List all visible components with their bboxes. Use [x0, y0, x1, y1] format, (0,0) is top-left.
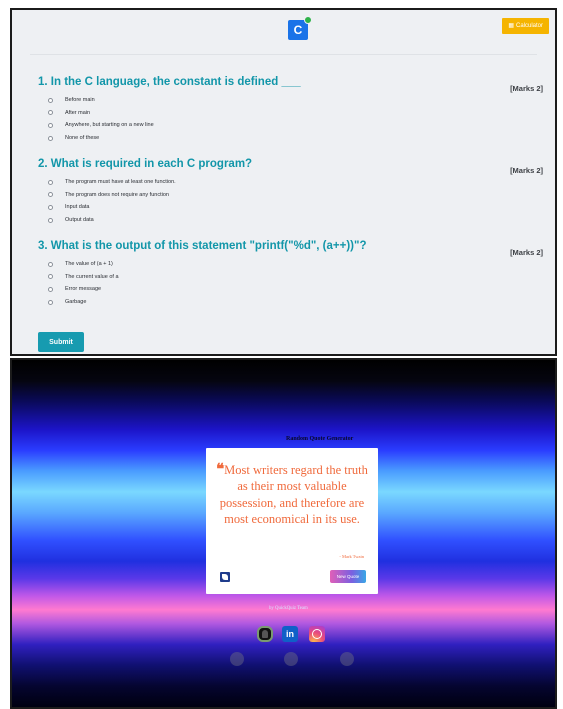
- option-label: The current value of a: [65, 273, 119, 280]
- option-label: Output data: [65, 217, 94, 224]
- quote-text: Most writers regard the truth as their m…: [219, 463, 368, 526]
- option-item[interactable]: None of these: [38, 132, 547, 145]
- radio-button[interactable]: [48, 274, 53, 280]
- question-1: 1. In the C language, the constant is de…: [38, 76, 547, 144]
- option-item[interactable]: The value of (a + 1): [38, 258, 547, 271]
- question-title: 2. What is required in each C program?: [38, 158, 253, 170]
- online-status-dot: [304, 16, 312, 24]
- option-item[interactable]: Garbage: [38, 296, 547, 309]
- option-label: The program does not require any functio…: [65, 191, 169, 198]
- new-quote-button[interactable]: New Quote: [330, 570, 366, 583]
- radio-button[interactable]: [48, 122, 53, 128]
- calculator-button[interactable]: ▦ Calculator: [502, 18, 549, 34]
- option-label: Anywhere, but starting on a new line: [65, 122, 154, 129]
- question-2: 2. What is required in each C program? […: [38, 158, 547, 226]
- option-item[interactable]: Anywhere, but starting on a new line: [38, 119, 547, 132]
- radio-button[interactable]: [48, 261, 53, 267]
- option-item[interactable]: The current value of a: [38, 271, 547, 284]
- quote-app-heading: Random Quote Generator: [286, 436, 354, 442]
- instagram-icon[interactable]: [309, 626, 325, 642]
- radio-button[interactable]: [48, 299, 53, 305]
- option-item[interactable]: The program does not require any functio…: [38, 189, 547, 202]
- quote-generator-panel: Random Quote Generator ❝Most writers reg…: [10, 358, 557, 709]
- option-item[interactable]: Before main: [38, 94, 547, 107]
- radio-button[interactable]: [48, 110, 53, 116]
- credit-text: by QuickQuiz Team: [269, 606, 308, 611]
- question-marks: [Marks 2]: [510, 166, 543, 175]
- options-list: The program must have at least one funct…: [38, 176, 547, 226]
- option-label: Before main: [65, 97, 95, 104]
- twitter-icon: [222, 574, 228, 580]
- linkedin-icon[interactable]: in: [282, 626, 298, 642]
- calculator-label: Calculator: [515, 23, 543, 29]
- options-list: Before main After main Anywhere, but sta…: [38, 94, 547, 144]
- option-item[interactable]: Error message: [38, 283, 547, 296]
- radio-button[interactable]: [48, 217, 53, 223]
- quote-author: - Mark Twain: [339, 554, 364, 559]
- option-label: The value of (a + 1): [65, 261, 113, 268]
- option-label: Error message: [65, 286, 102, 293]
- instagram-ring: [312, 629, 322, 639]
- option-item[interactable]: The program must have at least one funct…: [38, 176, 547, 189]
- option-label: Input data: [65, 204, 90, 211]
- logo-letter: C: [293, 23, 303, 37]
- submit-button[interactable]: Submit: [38, 332, 84, 352]
- open-quote-icon: ❝: [216, 462, 225, 478]
- option-label: None of these: [65, 135, 100, 142]
- quote-block: ❝Most writers regard the truth as their …: [216, 462, 368, 527]
- header-divider: [30, 54, 537, 55]
- question-marks: [Marks 2]: [510, 84, 543, 93]
- option-item[interactable]: Output data: [38, 214, 547, 227]
- options-list: The value of (a + 1) The current value o…: [38, 258, 547, 308]
- question-marks: [Marks 2]: [510, 248, 543, 257]
- radio-button[interactable]: [48, 192, 53, 198]
- option-item[interactable]: Input data: [38, 201, 547, 214]
- quote-card: ❝Most writers regard the truth as their …: [206, 448, 378, 594]
- tweet-quote-button[interactable]: [220, 572, 230, 582]
- question-title: 1. In the C language, the constant is de…: [38, 76, 301, 88]
- quiz-panel: C ▦ Calculator 1. In the C language, the …: [10, 8, 557, 356]
- quiz-logo: C: [288, 16, 312, 40]
- radio-button[interactable]: [48, 286, 53, 292]
- option-label: Garbage: [65, 299, 87, 306]
- radio-button[interactable]: [48, 97, 53, 103]
- calculator-icon: ▦: [508, 23, 514, 29]
- github-octocat-shape: [262, 630, 268, 638]
- radio-button[interactable]: [48, 179, 53, 185]
- question-3: 3. What is the output of this statement …: [38, 240, 547, 308]
- carousel-dot[interactable]: [230, 652, 244, 666]
- carousel-dot[interactable]: [340, 652, 354, 666]
- github-icon[interactable]: [257, 626, 273, 642]
- radio-button[interactable]: [48, 204, 53, 210]
- option-label: After main: [65, 109, 91, 116]
- option-item[interactable]: After main: [38, 107, 547, 120]
- radio-button[interactable]: [48, 135, 53, 141]
- carousel-dot[interactable]: [284, 652, 298, 666]
- question-title: 3. What is the output of this statement …: [38, 240, 367, 252]
- option-label: The program must have at least one funct…: [65, 179, 176, 186]
